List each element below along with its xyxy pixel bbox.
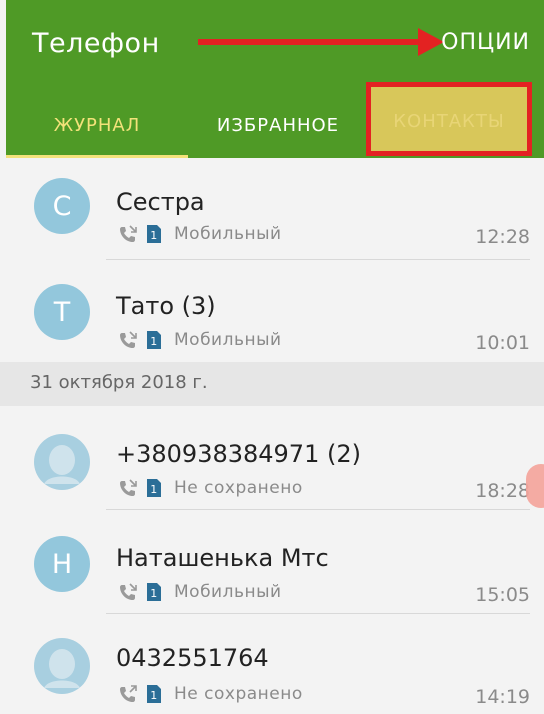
contact-avatar[interactable]: Н (34, 536, 90, 592)
tab-favorites-label: ИЗБРАННОЕ (216, 114, 340, 136)
contact-name: Сестра (116, 188, 205, 216)
contact-avatar[interactable] (34, 434, 90, 490)
call-meta: 1 Мобильный (118, 582, 282, 602)
call-type: Мобильный (174, 224, 282, 244)
tab-contacts[interactable]: КОНТАКТЫ (366, 82, 532, 156)
contact-avatar[interactable]: С (34, 178, 90, 234)
call-meta: 1 Мобильный (118, 330, 282, 350)
tab-log-label: ЖУРНАЛ (53, 114, 141, 136)
annotation-arrow (198, 28, 444, 56)
contact-name: Наташенька Мтс (116, 544, 329, 572)
call-log-item[interactable]: 0432551764 1 Не сохранено 14:19 (0, 614, 544, 714)
call-meta: 1 Не сохранено (118, 478, 303, 498)
call-time: 12:28 (475, 226, 530, 248)
avatar-letter: С (52, 190, 72, 222)
incoming-call-icon (120, 331, 137, 348)
avatar-letter: Т (53, 296, 71, 328)
call-log-item[interactable]: С Сестра 1 Мобильный 12:28 (0, 158, 544, 260)
contact-avatar[interactable] (34, 638, 90, 694)
call-time: 18:28 (475, 480, 530, 502)
sim1-icon: 1 (147, 479, 161, 497)
touch-indicator (526, 464, 544, 508)
contact-name: Тато (3) (116, 292, 216, 320)
date-label: 31 октября 2018 г. (30, 372, 208, 393)
call-time: 14:19 (475, 686, 530, 708)
call-meta: 1 Мобильный (118, 224, 282, 244)
tab-favorites[interactable]: ИЗБРАННОЕ (188, 92, 368, 158)
call-type: Мобильный (174, 330, 282, 350)
svg-text:1: 1 (150, 483, 158, 496)
sim1-icon: 1 (147, 225, 161, 243)
tab-log[interactable]: ЖУРНАЛ (6, 92, 188, 158)
call-type: Не сохранено (174, 478, 303, 498)
call-meta: 1 Не сохранено (118, 684, 303, 704)
contact-avatar[interactable]: Т (34, 284, 90, 340)
unknown-contact-icon (44, 445, 80, 484)
app-title: Телефон (32, 28, 160, 59)
incoming-call-icon (120, 583, 137, 600)
avatar-letter: Н (51, 548, 73, 580)
svg-text:1: 1 (150, 587, 158, 600)
outgoing-call-icon (120, 685, 137, 702)
svg-text:1: 1 (150, 335, 158, 348)
tab-contacts-label: КОНТАКТЫ (393, 111, 505, 132)
svg-text:1: 1 (150, 689, 158, 702)
call-time: 10:01 (475, 332, 530, 354)
call-type: Не сохранено (174, 684, 303, 704)
call-log-item[interactable]: +380938384971 (2) 1 Не сохранено 18:28 (0, 406, 544, 510)
incoming-call-icon (120, 225, 137, 242)
sim1-icon: 1 (147, 331, 161, 349)
date-section-header: 31 октября 2018 г. (0, 362, 544, 406)
incoming-call-icon (120, 479, 137, 496)
call-log-list: С Сестра 1 Мобильный 12:28 Т Тато (3) 1 … (0, 158, 544, 714)
svg-text:1: 1 (150, 229, 158, 242)
call-time: 15:05 (475, 584, 530, 606)
call-type: Мобильный (174, 582, 282, 602)
options-button[interactable]: ОПЦИИ (441, 30, 530, 55)
sim1-icon: 1 (147, 685, 161, 703)
sim1-icon: 1 (147, 583, 161, 601)
unknown-contact-icon (44, 649, 80, 688)
contact-name: 0432551764 (116, 644, 269, 672)
call-log-item[interactable]: Т Тато (3) 1 Мобильный 10:01 (0, 260, 544, 362)
contact-name: +380938384971 (2) (116, 440, 361, 468)
call-log-item[interactable]: Н Наташенька Мтс 1 Мобильный 15:05 (0, 510, 544, 614)
